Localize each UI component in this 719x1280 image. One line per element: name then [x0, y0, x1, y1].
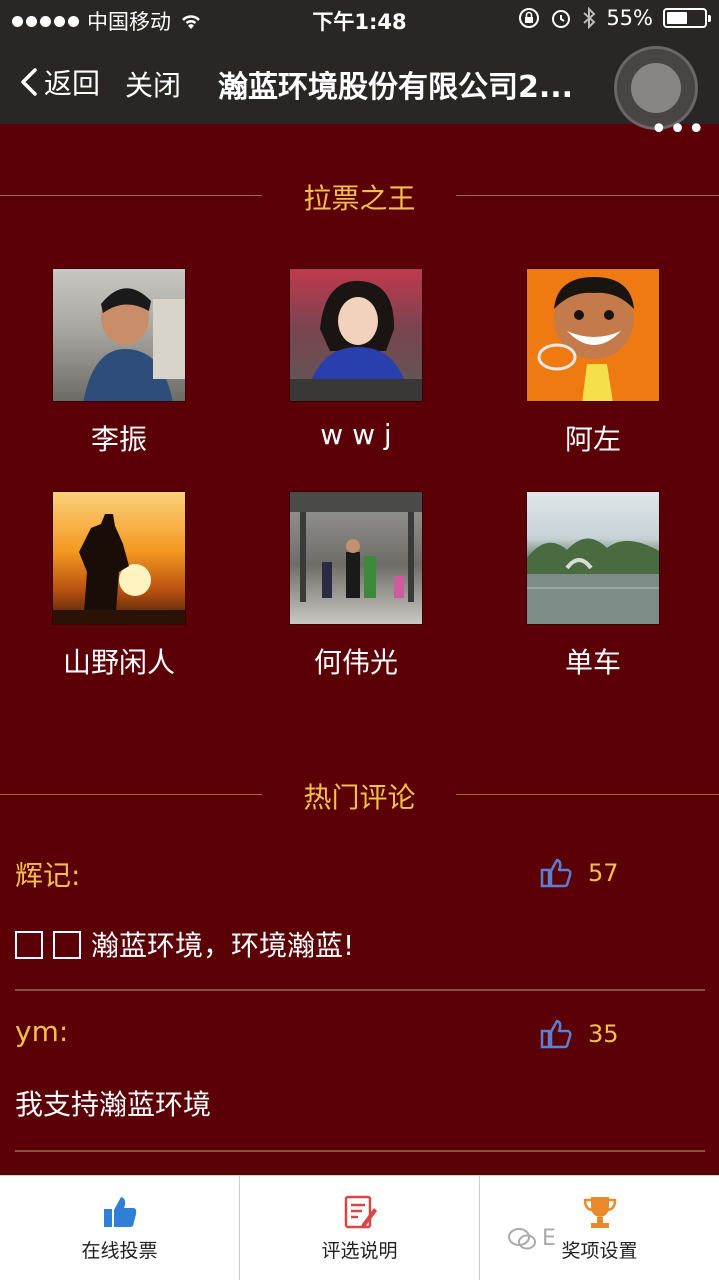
candidate-card[interactable]: 阿左 [493, 268, 693, 458]
comment-text: 瀚蓝环境，环境瀚蓝! [15, 924, 354, 964]
canvass-section-title: 拉票之王 [303, 182, 416, 215]
candidate-name: 何伟光 [313, 646, 398, 679]
candidate-name: w w j [320, 418, 392, 451]
hot-comments-section-header: 热门评论 [0, 774, 719, 814]
avatar [289, 491, 423, 625]
more-menu-button[interactable]: ••• [650, 112, 706, 147]
nav-bar: 返回 关闭 瀚蓝环境股份有限公司2... ••• [0, 40, 719, 147]
comment-author: 辉记: [15, 859, 81, 892]
like-count: 35 [588, 1020, 619, 1048]
candidate-card[interactable]: 单车 [493, 491, 693, 681]
back-label: 返回 [44, 67, 101, 100]
avatar [526, 491, 660, 625]
thumbs-up-icon [103, 1197, 136, 1227]
close-button[interactable]: 关闭 [125, 64, 181, 104]
candidate-name: 山野闲人 [62, 646, 175, 679]
comment-text: 我支持瀚蓝环境 [15, 1088, 212, 1121]
hot-comments-section-title: 热门评论 [303, 781, 416, 814]
back-button[interactable]: 返回 [20, 62, 100, 102]
like-button[interactable]: 57 [540, 858, 619, 888]
candidate-card[interactable]: 山野闲人 [19, 491, 219, 681]
comment-author: ym: [15, 1015, 69, 1048]
page-title: 瀚蓝环境股份有限公司2... [218, 70, 574, 105]
bottom-tab-bar: 在线投票 评选说明 奖项设置 [0, 1175, 719, 1280]
chevron-left-icon [21, 68, 37, 96]
avatar [52, 491, 186, 625]
candidate-name: 单车 [564, 646, 621, 679]
alarm-icon [552, 10, 571, 28]
thumbs-up-icon [540, 1019, 572, 1049]
candidate-card[interactable]: w w j [256, 268, 456, 451]
wechat-icon [508, 1227, 536, 1249]
document-edit-icon [344, 1195, 377, 1229]
status-bar: 中国移动 下午1:48 55% [0, 0, 719, 40]
battery-percent: 55% [606, 6, 653, 30]
avatar [526, 268, 660, 402]
tab-label: 评选说明 [321, 1240, 398, 1262]
tab-label: 在线投票 [81, 1240, 158, 1262]
avatar [289, 268, 423, 402]
bluetooth-icon [583, 7, 596, 29]
canvass-section-header: 拉票之王 [0, 175, 719, 215]
candidate-card[interactable]: 何伟光 [256, 491, 456, 681]
tab-rules[interactable]: 评选说明 [240, 1176, 480, 1280]
tab-online-vote[interactable]: 在线投票 [0, 1176, 240, 1280]
like-button[interactable]: 35 [540, 1019, 619, 1049]
comment-divider [15, 1150, 705, 1152]
candidate-name: 阿左 [564, 423, 621, 456]
battery-icon [663, 8, 711, 28]
watermark: E [508, 1226, 556, 1251]
thumbs-up-icon [540, 858, 572, 888]
like-count: 57 [588, 859, 619, 887]
trophy-icon [583, 1197, 616, 1228]
lock-rotation-icon [519, 8, 540, 28]
candidate-name: 李振 [90, 423, 147, 456]
avatar [52, 268, 186, 402]
candidate-card[interactable]: 李振 [19, 268, 219, 458]
comment-divider [15, 989, 705, 991]
